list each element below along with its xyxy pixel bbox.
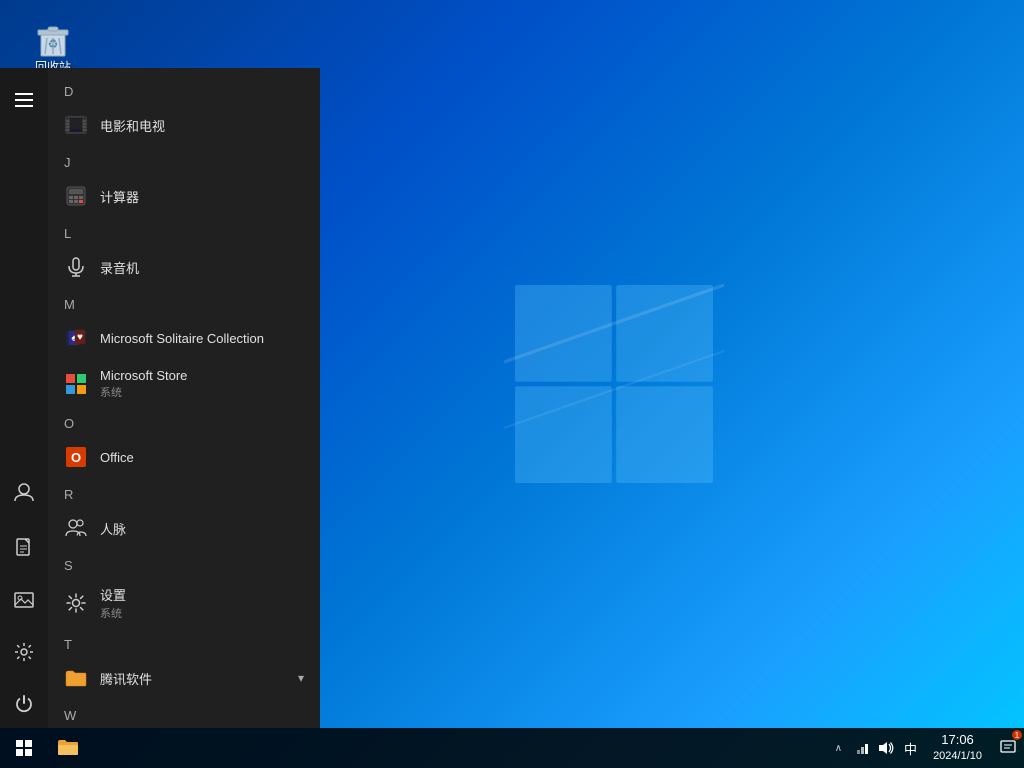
expand-arrow: ▾ <box>298 671 304 685</box>
section-header-m: M <box>48 293 320 316</box>
app-item-movie-tv[interactable]: 电影和电视 <box>48 103 320 147</box>
network-icon <box>854 740 870 756</box>
app-item-solitaire[interactable]: ♠ ♥ Microsoft Solitaire Collection <box>48 316 320 360</box>
start-sidebar <box>0 68 48 728</box>
start-button[interactable] <box>0 728 48 768</box>
windows-logo-desktop <box>504 274 724 494</box>
taskbar: ∧ 中 <box>0 728 1024 768</box>
app-item-settings[interactable]: 设置 系统 <box>48 577 320 629</box>
clock-time: 17:06 <box>941 731 974 749</box>
photo-icon <box>14 590 34 610</box>
store-icon <box>64 372 88 396</box>
windows-start-icon <box>16 740 32 756</box>
section-header-w: W <box>48 704 320 727</box>
app-list: D <box>48 68 320 728</box>
calculator-icon <box>64 184 88 208</box>
file-explorer-icon <box>56 736 80 760</box>
solitaire-icon: ♠ ♥ <box>64 326 88 350</box>
people-icon <box>64 516 88 540</box>
movie-tv-icon <box>64 113 88 137</box>
solitaire-label: Microsoft Solitaire Collection <box>100 331 304 346</box>
section-header-d: D <box>48 80 320 103</box>
app-item-recorder[interactable]: 录音机 <box>48 245 320 289</box>
tencent-folder-icon <box>64 666 88 690</box>
movie-tv-label: 电影和电视 <box>100 116 304 135</box>
app-item-calculator[interactable]: 计算器 <box>48 174 320 218</box>
recycle-bin-icon[interactable]: ♻ 回收站 <box>18 18 88 75</box>
app-item-store[interactable]: Microsoft Store 系统 <box>48 360 320 408</box>
app-item-office[interactable]: O Office <box>48 435 320 479</box>
recorder-icon <box>64 255 88 279</box>
systray-volume[interactable] <box>874 728 898 768</box>
office-label: Office <box>100 450 304 465</box>
user-icon <box>13 481 35 503</box>
app-item-tencent[interactable]: 腾讯软件 ▾ <box>48 656 320 700</box>
svg-text:♥: ♥ <box>77 332 83 343</box>
systray-chevron[interactable]: ∧ <box>827 728 850 768</box>
taskbar-file-explorer[interactable] <box>48 728 88 768</box>
svg-text:O: O <box>71 450 81 465</box>
taskbar-clock[interactable]: 17:06 2024/1/10 <box>923 728 992 768</box>
settings-label: 设置 <box>100 585 304 604</box>
people-label: 人脉 <box>100 519 304 538</box>
document-icon <box>14 538 34 558</box>
ime-label: 中 <box>904 739 917 758</box>
start-menu: D <box>0 68 320 728</box>
tencent-label: 腾讯软件 <box>100 669 298 688</box>
section-header-t: T <box>48 633 320 656</box>
chevron-up-icon: ∧ <box>835 743 842 754</box>
pictures-button[interactable] <box>0 576 48 624</box>
store-sub: 系统 <box>100 384 304 400</box>
hamburger-menu-button[interactable] <box>0 76 48 124</box>
user-account-button[interactable] <box>0 468 48 516</box>
svg-text:♻: ♻ <box>48 37 59 51</box>
section-header-l: L <box>48 222 320 245</box>
settings-button[interactable] <box>0 628 48 676</box>
power-button[interactable] <box>0 680 48 728</box>
app-item-people[interactable]: 人脉 <box>48 506 320 550</box>
section-header-r: R <box>48 483 320 506</box>
settings-app-icon <box>64 591 88 615</box>
gear-icon <box>14 642 34 662</box>
notification-badge: 1 <box>1012 730 1022 740</box>
power-icon <box>14 694 34 714</box>
systray-ime[interactable]: 中 <box>898 728 923 768</box>
section-header-j: J <box>48 151 320 174</box>
office-icon: O <box>64 445 88 469</box>
section-header-s: S <box>48 554 320 577</box>
recycle-bin-img: ♻ <box>33 18 73 58</box>
settings-sub: 系统 <box>100 605 304 621</box>
notification-center-button[interactable]: 1 <box>992 728 1024 768</box>
desktop: ♻ 回收站 <box>0 0 1024 768</box>
recorder-label: 录音机 <box>100 258 304 277</box>
volume-icon <box>878 740 894 756</box>
systray-network[interactable] <box>850 728 874 768</box>
documents-button[interactable] <box>0 524 48 572</box>
store-label: Microsoft Store <box>100 368 304 383</box>
taskbar-right: ∧ 中 <box>827 728 1024 768</box>
calculator-label: 计算器 <box>100 187 304 206</box>
clock-date: 2024/1/10 <box>933 749 982 764</box>
notification-icon <box>1000 740 1016 756</box>
section-header-o: O <box>48 412 320 435</box>
